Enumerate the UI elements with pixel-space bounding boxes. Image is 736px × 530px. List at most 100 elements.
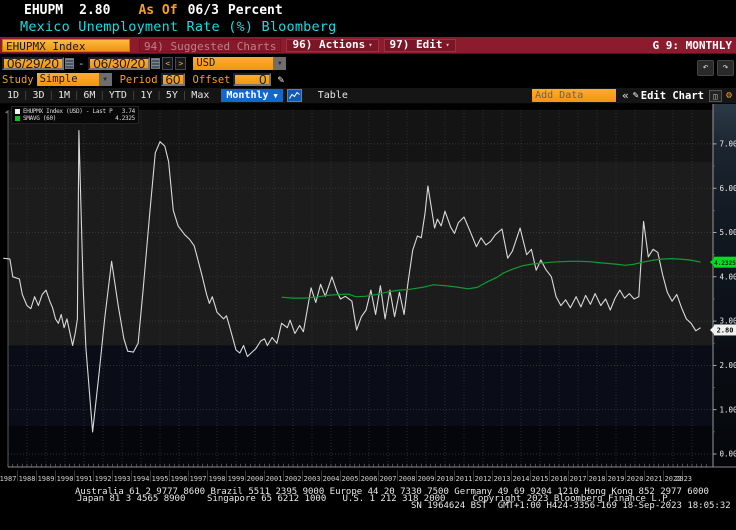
undo-button[interactable]: ↶ <box>697 60 714 76</box>
tab-separator: | <box>23 91 28 101</box>
range-tab-1Y[interactable]: 1Y <box>137 90 155 101</box>
sma-series-value: 4.2325 <box>113 115 135 122</box>
tab-separator: | <box>131 91 136 101</box>
x-axis-label: 1993 <box>114 475 131 483</box>
x-axis-label: 2014 <box>513 475 530 483</box>
price-series-value: 3.74 <box>113 108 135 115</box>
as-of-value: 06/3 <box>188 3 219 18</box>
y-axis-label: 2.00 <box>720 361 736 370</box>
chevron-down-icon[interactable]: ▼ <box>99 73 112 86</box>
frequency-dropdown[interactable]: Monthly ▼ <box>221 89 282 102</box>
y-axis-label: 3.00 <box>720 317 736 326</box>
sma-series-swatch <box>15 116 20 121</box>
pencil-icon[interactable]: ✎ <box>277 73 284 86</box>
price-series-swatch <box>15 109 20 114</box>
svg-text:4.2325: 4.2325 <box>714 260 736 267</box>
range-tab-3D[interactable]: 3D <box>29 90 47 101</box>
period-input[interactable] <box>161 73 185 86</box>
date-range-toolbar: - < > USD ▼ <box>2 56 286 71</box>
history-controls: ↶ ↷ <box>697 60 734 76</box>
shift-range-back-button[interactable]: < <box>162 57 173 70</box>
x-axis-label: 1998 <box>209 475 226 483</box>
x-axis-label: 1989 <box>38 475 55 483</box>
x-axis-label: 2023 <box>675 475 692 483</box>
range-tab-Max[interactable]: Max <box>188 90 212 101</box>
x-axis-label: 2003 <box>304 475 321 483</box>
date-from-input[interactable] <box>2 57 64 70</box>
x-axis-label: 2011 <box>456 475 473 483</box>
date-range-separator: - <box>78 58 84 70</box>
y-axis-label: 0.00 <box>720 450 736 459</box>
calendar-icon[interactable] <box>151 58 160 69</box>
offset-label: Offset <box>193 74 231 86</box>
chart-controls-toolbar: 1D|3D|1M|6M|YTD|1Y|5Y|Max Monthly ▼ Tabl… <box>0 88 736 104</box>
x-axis-label: 2000 <box>247 475 264 483</box>
security-input[interactable]: EHUPMX Index <box>2 39 130 52</box>
legend-collapse-icon[interactable]: ◂ <box>4 108 8 116</box>
security-title: Mexico Unemployment Rate (%) Bloomberg <box>20 19 336 35</box>
page-indicator: G 9: MONTHLY <box>653 39 732 52</box>
edit-menu-button[interactable]: 97) Edit ▾ <box>384 39 456 52</box>
period-label: Period <box>120 74 158 86</box>
redo-button[interactable]: ↷ <box>717 60 734 76</box>
line-chart-type-icon[interactable] <box>287 89 302 102</box>
tab-separator: | <box>99 91 104 101</box>
collapse-panel-icon[interactable]: « <box>622 89 629 102</box>
chart-layout-icon[interactable]: ◫ <box>709 90 722 102</box>
footer-session-info: SN 1964624 BST GMT+1:00 H424-3356-169 18… <box>411 502 731 510</box>
range-tab-1D[interactable]: 1D <box>4 90 22 101</box>
date-to-input[interactable] <box>88 57 150 70</box>
x-axis-label: 1991 <box>76 475 93 483</box>
legend-row-price: EHUPMX Index (USD) - Last Price 3.74 <box>15 108 135 115</box>
study-select[interactable]: Simple MA <box>37 73 99 86</box>
plot-band <box>8 346 713 427</box>
x-axis-label: 2012 <box>475 475 492 483</box>
shift-range-forward-button[interactable]: > <box>175 57 186 70</box>
x-axis-label: 2015 <box>532 475 549 483</box>
chart-legend[interactable]: EHUPMX Index (USD) - Last Price 3.74 SMA… <box>11 106 139 124</box>
gear-icon[interactable]: ⚙ <box>726 90 732 101</box>
y-axis-label: 1.00 <box>720 405 736 414</box>
x-axis-label: 2013 <box>494 475 511 483</box>
y-axis-label: 4.00 <box>720 272 736 281</box>
chart-plot[interactable]: 0.001.002.003.004.005.006.007.0019871988… <box>0 104 736 490</box>
actions-menu-button[interactable]: 96) Actions ▾ <box>286 39 378 52</box>
chevron-down-icon[interactable]: ▼ <box>273 57 286 70</box>
chevron-down-icon: ▾ <box>368 39 372 51</box>
y-axis-label: 6.00 <box>720 184 736 193</box>
x-axis-label: 2021 <box>646 475 663 483</box>
x-axis-label: 2007 <box>380 475 397 483</box>
table-button[interactable]: Table <box>315 90 351 101</box>
plot-band <box>8 426 713 467</box>
range-tab-1M[interactable]: 1M <box>55 90 73 101</box>
chevron-down-icon: ▼ <box>274 92 278 100</box>
range-tab-6M[interactable]: 6M <box>80 90 98 101</box>
x-axis-label: 1999 <box>228 475 245 483</box>
x-axis-label: 2009 <box>418 475 435 483</box>
tab-separator: | <box>74 91 79 101</box>
range-tab-YTD[interactable]: YTD <box>106 90 130 101</box>
x-axis-label: 2005 <box>342 475 359 483</box>
offset-input[interactable] <box>233 73 271 86</box>
x-axis-label: 1996 <box>171 475 188 483</box>
x-axis-label: 2020 <box>627 475 644 483</box>
tab-separator: | <box>49 91 54 101</box>
bloomberg-terminal-window: EHUPM 2.80 As Of 06/3 Percent Mexico Une… <box>0 0 736 530</box>
edit-chart-button[interactable]: Edit Chart <box>641 90 704 102</box>
x-axis-label: 1987 <box>0 475 16 483</box>
currency-select[interactable]: USD <box>193 57 273 70</box>
tab-separator: | <box>156 91 161 101</box>
range-tab-5Y[interactable]: 5Y <box>163 90 181 101</box>
calendar-icon[interactable] <box>65 58 74 69</box>
price-series-label: EHUPMX Index (USD) - Last Price <box>23 108 113 115</box>
suggested-charts-button[interactable]: 94) Suggested Charts <box>139 39 281 52</box>
y-axis-label: 7.00 <box>720 140 736 149</box>
x-axis-label: 2006 <box>361 475 378 483</box>
study-label: Study <box>2 74 34 86</box>
add-data-input[interactable] <box>532 89 616 102</box>
edit-menu-label: 97) Edit <box>390 39 443 51</box>
chevron-down-icon: ▾ <box>446 39 450 51</box>
x-axis-label: 2016 <box>551 475 568 483</box>
range-tabs: 1D|3D|1M|6M|YTD|1Y|5Y|Max <box>3 90 213 101</box>
y-axis-label: 5.00 <box>720 228 736 237</box>
